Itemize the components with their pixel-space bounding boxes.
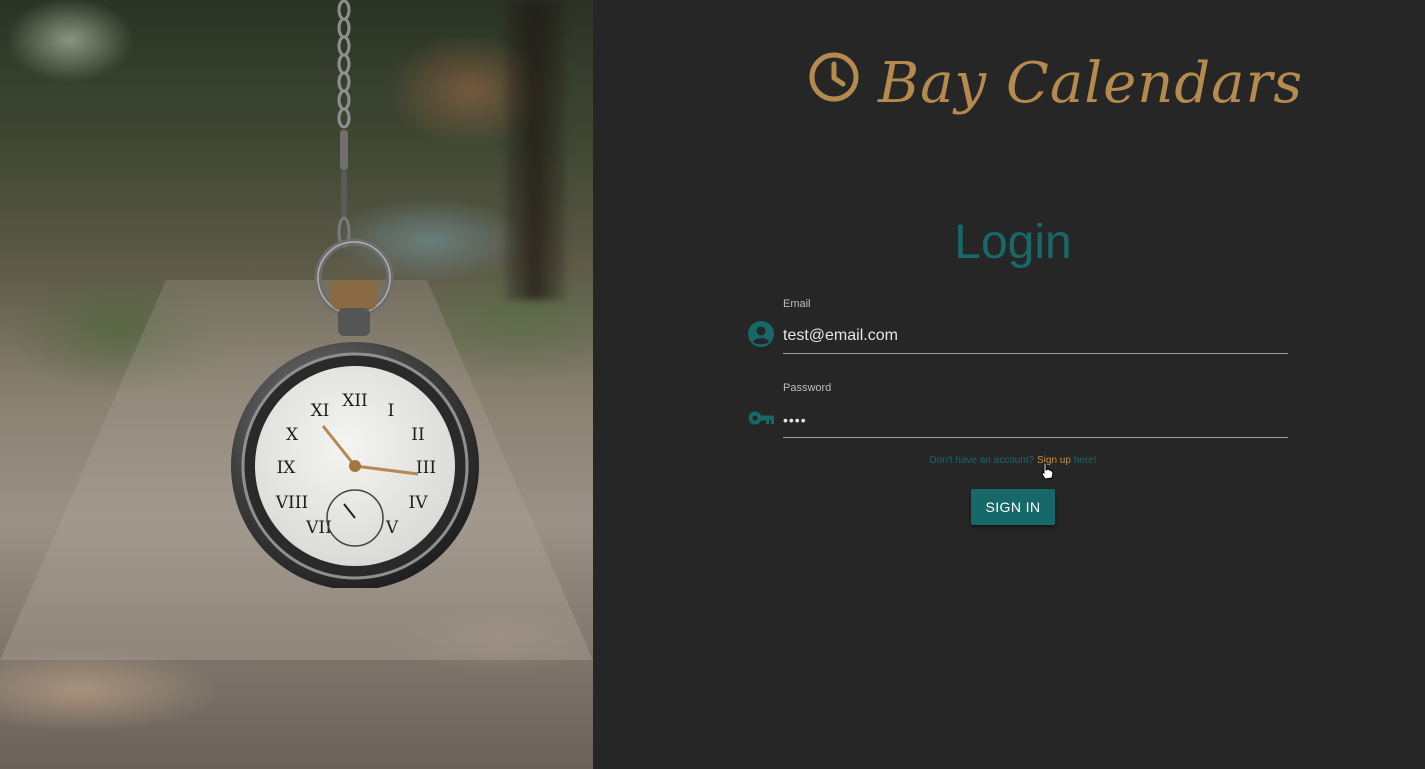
svg-text:X: X	[286, 425, 299, 445]
email-input[interactable]	[783, 318, 1288, 354]
login-panel: Bay Calendars Login Email Password	[593, 0, 1425, 769]
account-circle-icon	[748, 321, 774, 347]
brand-header: Bay Calendars	[808, 44, 1303, 124]
hero-photo: XII I II III IV V VII VIII IX X XI	[0, 0, 593, 769]
signup-link[interactable]: Sign up	[1037, 455, 1071, 466]
svg-text:XII: XII	[342, 391, 368, 411]
svg-text:IV: IV	[409, 493, 429, 513]
app-root: XII I II III IV V VII VIII IX X XI Bay C…	[0, 0, 1425, 769]
signup-prompt: Don't have an account? Sign up here!	[593, 455, 1425, 466]
signup-prefix: Don't have an account?	[929, 455, 1035, 466]
key-icon	[748, 411, 774, 425]
svg-text:XI: XI	[311, 401, 330, 421]
photo-tree-trunk	[505, 0, 565, 300]
password-label: Password	[783, 382, 832, 394]
password-input[interactable]	[783, 402, 1288, 438]
email-field: Email	[747, 298, 1288, 358]
pocket-watch: XII I II III IV V VII VIII IX X XI	[231, 238, 479, 588]
signup-suffix: here!	[1073, 455, 1097, 466]
password-field: Password	[747, 382, 1288, 442]
email-label: Email	[783, 298, 811, 310]
sign-in-button[interactable]: SIGN IN	[971, 489, 1055, 525]
brand-name: Bay Calendars	[878, 51, 1304, 116]
clock-icon	[809, 52, 859, 102]
svg-text:I: I	[388, 401, 395, 421]
svg-text:II: II	[411, 425, 424, 445]
watch-chain	[337, 0, 351, 248]
svg-text:III: III	[416, 458, 436, 478]
svg-text:IX: IX	[277, 458, 297, 478]
page-title: Login	[954, 216, 1072, 269]
svg-text:VIII: VIII	[275, 493, 308, 513]
svg-text:V: V	[385, 518, 399, 538]
